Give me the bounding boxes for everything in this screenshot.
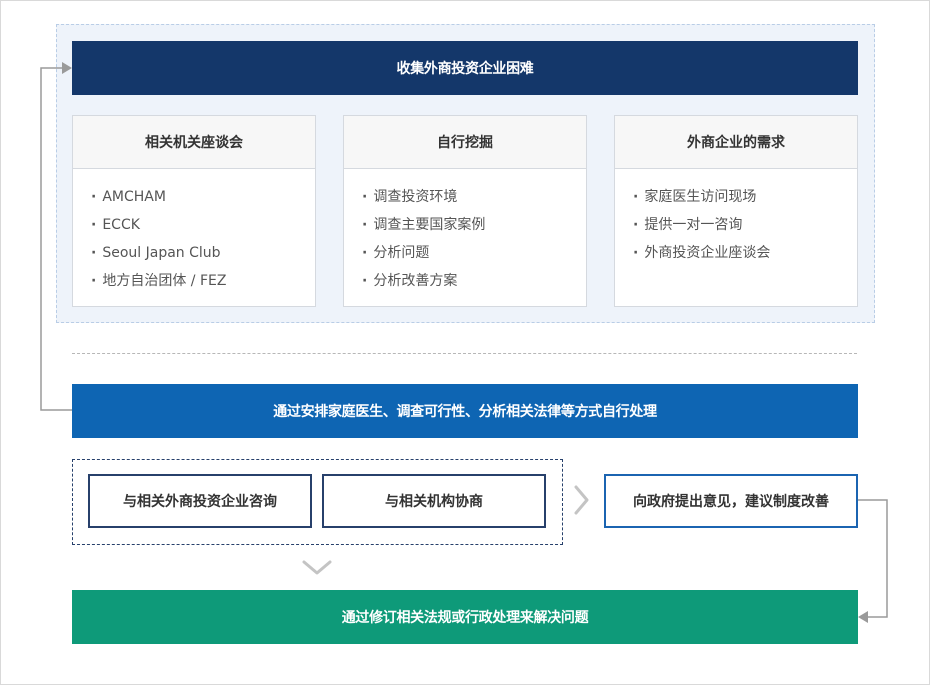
list-item: 家庭医生访问现场 bbox=[633, 183, 857, 211]
self-processing-bar: 通过安排家庭医生、调查可行性、分析相关法律等方式自行处理 bbox=[72, 384, 858, 438]
consult-agency-box: 与相关机构协商 bbox=[322, 474, 546, 528]
card-foreign-needs: 外商企业的需求 家庭医生访问现场 提供一对一咨询 外商投资企业座谈会 bbox=[614, 115, 858, 307]
policy-proposal-box: 向政府提出意见，建议制度改善 bbox=[604, 474, 858, 528]
card-title: 相关机关座谈会 bbox=[73, 116, 315, 169]
list-item: AMCHAM bbox=[91, 183, 315, 211]
card-agency-meetings: 相关机关座谈会 AMCHAM ECCK Seoul Japan Club 地方自… bbox=[72, 115, 316, 307]
list-item: Seoul Japan Club bbox=[91, 239, 315, 267]
consult-enterprise-label: 与相关外商投资企业咨询 bbox=[123, 494, 277, 510]
list-item: 分析改善方案 bbox=[362, 267, 586, 295]
list-item: 外商投资企业座谈会 bbox=[633, 239, 857, 267]
card-list: AMCHAM ECCK Seoul Japan Club 地方自治团体 / FE… bbox=[73, 169, 315, 295]
list-item: 提供一对一咨询 bbox=[633, 211, 857, 239]
card-list: 家庭医生访问现场 提供一对一咨询 外商投资企业座谈会 bbox=[615, 169, 857, 267]
self-processing-label: 通过安排家庭医生、调查可行性、分析相关法律等方式自行处理 bbox=[273, 404, 657, 420]
card-list: 调查投资环境 调查主要国家案例 分析问题 分析改善方案 bbox=[344, 169, 586, 295]
card-self-discovery: 自行挖掘 调查投资环境 调查主要国家案例 分析问题 分析改善方案 bbox=[343, 115, 587, 307]
policy-proposal-label: 向政府提出意见，建议制度改善 bbox=[633, 494, 829, 510]
resolution-bar: 通过修订相关法规或行政处理来解决问题 bbox=[72, 590, 858, 644]
consult-agency-label: 与相关机构协商 bbox=[385, 494, 483, 510]
collect-difficulties-bar: 收集外商投资企业困难 bbox=[72, 41, 858, 95]
consult-enterprise-box: 与相关外商投资企业咨询 bbox=[88, 474, 312, 528]
list-item: 调查主要国家案例 bbox=[362, 211, 586, 239]
card-title: 外商企业的需求 bbox=[615, 116, 857, 169]
collect-difficulties-label: 收集外商投资企业困难 bbox=[396, 61, 534, 77]
card-title: 自行挖掘 bbox=[344, 116, 586, 169]
list-item: 分析问题 bbox=[362, 239, 586, 267]
resolution-label: 通过修订相关法规或行政处理来解决问题 bbox=[341, 610, 589, 626]
section-divider bbox=[72, 353, 857, 354]
list-item: 地方自治团体 / FEZ bbox=[91, 267, 315, 295]
list-item: ECCK bbox=[91, 211, 315, 239]
list-item: 调查投资环境 bbox=[362, 183, 586, 211]
